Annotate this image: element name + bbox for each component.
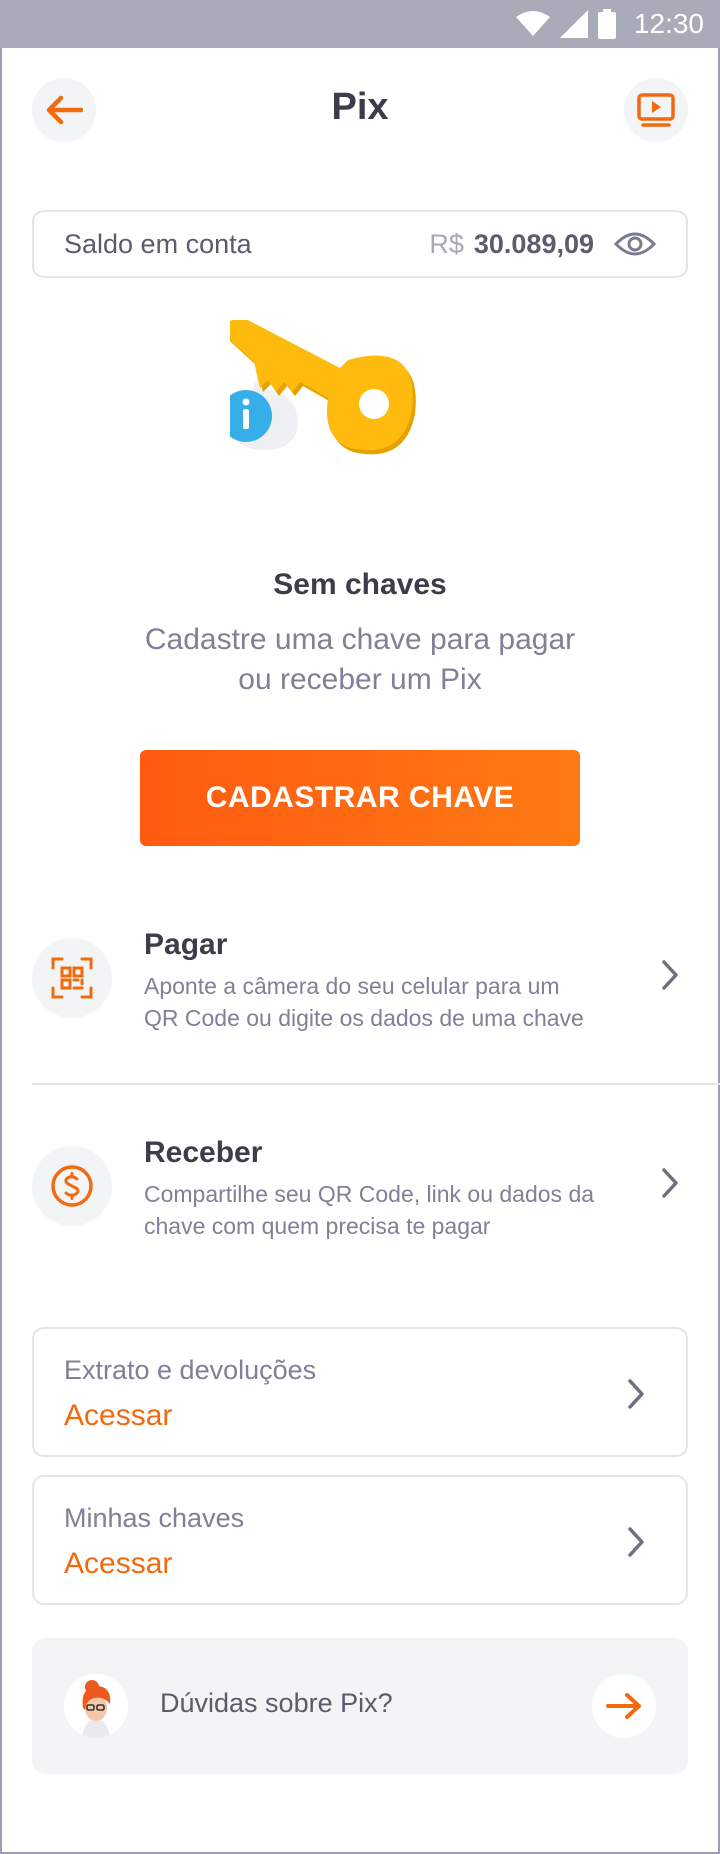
chevron-right-icon bbox=[662, 960, 678, 990]
option-receber-icon-wrap bbox=[32, 1146, 112, 1226]
balance-label: Saldo em conta bbox=[64, 228, 252, 259]
pix-help-banner[interactable]: Dúvidas sobre Pix? bbox=[32, 1638, 688, 1774]
option-pagar-desc-line2: QR Code ou digite os dados de uma chave bbox=[144, 1005, 584, 1031]
help-text: Dúvidas sobre Pix? bbox=[160, 1688, 393, 1718]
dollar-coin-icon bbox=[51, 1165, 93, 1207]
key-info-illustration bbox=[230, 320, 416, 455]
option-pagar-title: Pagar bbox=[144, 928, 228, 961]
help-arrow-button[interactable] bbox=[592, 1674, 656, 1738]
chevron-right-icon bbox=[628, 1527, 644, 1557]
option-receber[interactable]: Receber Compartilhe seu QR Code, link ou… bbox=[32, 1136, 720, 1266]
status-icons: 12:30 bbox=[515, 0, 704, 48]
option-receber-desc-line1: Compartilhe seu QR Code, link ou dados d… bbox=[144, 1181, 595, 1207]
arrow-right-icon bbox=[606, 1693, 641, 1719]
option-pagar-desc-line1: Aponte a câmera do seu celular para um bbox=[144, 973, 560, 999]
top-app-bar: Pix bbox=[0, 48, 720, 172]
signal-icon bbox=[559, 10, 588, 38]
balance-value: 30.089,09 bbox=[473, 228, 594, 259]
empty-state-subtitle-line2: ou receber um Pix bbox=[238, 663, 482, 696]
status-time: 12:30 bbox=[633, 8, 704, 39]
extrato-access-link[interactable]: Acessar bbox=[64, 1399, 172, 1433]
video-play-icon bbox=[637, 93, 675, 127]
empty-state-subtitle: Cadastre uma chave para pagar ou receber… bbox=[100, 620, 620, 700]
assistant-avatar-icon bbox=[64, 1674, 128, 1738]
option-pagar-description: Aponte a câmera do seu celular para um Q… bbox=[144, 970, 674, 1034]
balance-card: Saldo em conta R$ 30.089,09 bbox=[32, 210, 688, 278]
qr-code-icon bbox=[51, 957, 93, 999]
option-receber-desc-line2: chave com quem precisa te pagar bbox=[144, 1213, 491, 1239]
page-title: Pix bbox=[331, 86, 389, 128]
empty-state-subtitle-line1: Cadastre uma chave para pagar bbox=[144, 623, 576, 656]
balance-currency: R$ bbox=[429, 228, 464, 259]
extrato-card[interactable]: Extrato e devoluções Acessar bbox=[32, 1327, 688, 1457]
extrato-label: Extrato e devoluções bbox=[64, 1355, 317, 1385]
wifi-icon bbox=[515, 11, 550, 36]
empty-state-title: Sem chaves bbox=[273, 568, 447, 601]
option-pagar-icon-wrap bbox=[32, 938, 112, 1018]
option-receber-title: Receber bbox=[144, 1136, 263, 1169]
chevron-right-icon bbox=[662, 1168, 678, 1198]
battery-icon bbox=[597, 9, 616, 39]
status-bar: 12:30 bbox=[0, 0, 720, 48]
register-key-button[interactable]: CADASTRAR CHAVE bbox=[140, 750, 580, 846]
option-pagar[interactable]: Pagar Aponte a câmera do seu celular par… bbox=[32, 928, 720, 1058]
assistant-avatar bbox=[64, 1674, 128, 1738]
my-keys-access-link[interactable]: Acessar bbox=[64, 1547, 172, 1581]
my-keys-label: Minhas chaves bbox=[64, 1503, 245, 1533]
eye-icon[interactable] bbox=[614, 230, 656, 258]
options-divider bbox=[32, 1083, 720, 1085]
video-tutorial-button[interactable] bbox=[624, 78, 688, 142]
option-receber-description: Compartilhe seu QR Code, link ou dados d… bbox=[144, 1178, 674, 1242]
my-keys-card[interactable]: Minhas chaves Acessar bbox=[32, 1475, 688, 1605]
chevron-right-icon bbox=[628, 1379, 644, 1409]
